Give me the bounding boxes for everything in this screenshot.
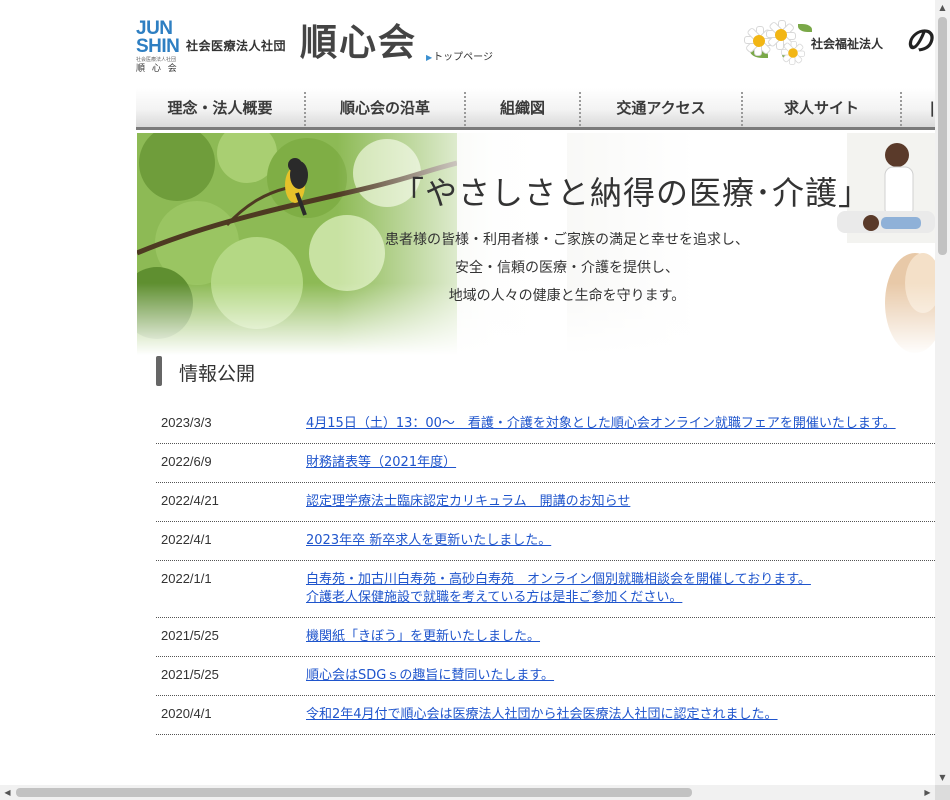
top-page-link-label: トップページ bbox=[433, 52, 493, 63]
nav-item-history[interactable]: 順心会の沿革 bbox=[306, 88, 464, 127]
horizontal-scrollbar[interactable]: ◀ ▶ bbox=[0, 785, 935, 800]
site-header: JUN SHIN 社会医療法人社団 順 心 会 社会医療法人社団 順心会 ▶トッ… bbox=[0, 0, 935, 88]
news-date: 2023/3/3 bbox=[161, 415, 212, 430]
news-link[interactable]: 財務諸表等（2021年度） bbox=[306, 454, 935, 472]
news-row: 2022/4/21 認定理学療法士臨床認定カリキュラム 開講のお知らせ bbox=[156, 483, 935, 522]
daisy-icon bbox=[781, 41, 805, 65]
hero-line: 患者様の皆様・利用者様・ご家族の満足と幸せを追求し、 bbox=[385, 232, 749, 248]
news-link[interactable]: 4月15日（土）13：00～ 看護・介護を対象とした順心会オンライン就職フェアを… bbox=[306, 415, 935, 433]
news-link[interactable]: 順心会はSDGｓの趣旨に賛同いたします。 bbox=[306, 667, 935, 685]
section-title: 情報公開 bbox=[179, 363, 256, 385]
vertical-scrollbar[interactable]: ▲ ▼ bbox=[935, 0, 950, 785]
news-list: 2023/3/3 4月15日（土）13：00～ 看護・介護を対象とした順心会オン… bbox=[156, 405, 935, 735]
top-page-link[interactable]: ▶トップページ bbox=[426, 48, 493, 63]
page: JUN SHIN 社会医療法人社団 順 心 会 社会医療法人社団 順心会 ▶トッ… bbox=[0, 0, 935, 785]
news-row: 2021/5/25 機関紙「きぼう」を更新いたしました。 bbox=[156, 618, 935, 657]
news-row: 2022/6/9 財務諸表等（2021年度） bbox=[156, 444, 935, 483]
logo-text-shin: SHIN bbox=[136, 36, 180, 57]
scroll-up-icon[interactable]: ▲ bbox=[935, 0, 950, 15]
news-row: 2022/1/1 白寿苑・加古川白寿苑・高砂白寿苑 オンライン個別就職相談会を開… bbox=[156, 561, 935, 618]
partner-banner[interactable]: 社会福祉法人 の bbox=[742, 18, 935, 70]
hero-banner: 「やさしさと納得の医療･介護」 患者様の皆様・利用者様・ご家族の満足と幸せを追求… bbox=[137, 133, 935, 363]
nav-item-philosophy[interactable]: 理念・法人概要 bbox=[136, 88, 304, 127]
corp-type: 社会医療法人社団 bbox=[186, 39, 287, 53]
news-date: 2021/5/25 bbox=[161, 628, 219, 643]
nav-item-more[interactable]: | bbox=[902, 88, 935, 127]
nav-item-label: 交通アクセス bbox=[616, 99, 706, 117]
horizontal-scroll-thumb[interactable] bbox=[16, 788, 692, 797]
news-link[interactable]: 2023年卒 新卒求人を更新いたしました。 bbox=[306, 532, 935, 550]
news-link[interactable]: 令和2年4月付で順心会は医療法人社団から社会医療法人社団に認定されました。 bbox=[306, 706, 935, 724]
scroll-right-icon[interactable]: ▶ bbox=[920, 785, 935, 800]
scrollbar-corner bbox=[935, 785, 950, 800]
scroll-down-icon[interactable]: ▼ bbox=[935, 770, 950, 785]
hero-line: 安全・信頼の医療・介護を提供し、 bbox=[455, 260, 679, 276]
nav-item-label: 組織図 bbox=[499, 99, 545, 117]
leaf-icon bbox=[798, 24, 812, 32]
hero-title: 「やさしさと納得の医療･介護」 bbox=[392, 174, 872, 212]
news-link[interactable]: 認定理学療法士臨床認定カリキュラム 開講のお知らせ bbox=[306, 493, 935, 511]
nav-item-organization[interactable]: 組織図 bbox=[466, 88, 579, 127]
news-date: 2022/4/21 bbox=[161, 493, 219, 508]
nav-item-access[interactable]: 交通アクセス bbox=[581, 88, 741, 127]
corp-name[interactable]: 順心会 bbox=[300, 20, 417, 64]
triangle-right-icon: ▶ bbox=[426, 53, 433, 62]
news-row: 2022/4/1 2023年卒 新卒求人を更新いたしました。 bbox=[156, 522, 935, 561]
vertical-scroll-thumb[interactable] bbox=[938, 17, 947, 255]
news-date: 2022/4/1 bbox=[161, 532, 212, 547]
news-date: 2022/6/9 bbox=[161, 454, 212, 469]
news-row: 2023/3/3 4月15日（土）13：00～ 看護・介護を対象とした順心会オン… bbox=[156, 405, 935, 444]
partner-name: の bbox=[905, 24, 934, 57]
news-row: 2020/4/1 令和2年4月付で順心会は医療法人社団から社会医療法人社団に認定… bbox=[156, 696, 935, 735]
hero-line: 地域の人々の健康と生命を守ります。 bbox=[448, 288, 686, 304]
news-link[interactable]: 白寿苑・加古川白寿苑・高砂白寿苑 オンライン個別就職相談会を開催しております。 bbox=[306, 571, 935, 589]
logo-name-text: 順 心 会 bbox=[136, 64, 179, 74]
section-heading: 情報公開 bbox=[156, 356, 556, 386]
global-nav: 理念・法人概要 順心会の沿革 組織図 交通アクセス 求人サイト | bbox=[136, 88, 935, 130]
nav-item-label: 順心会の沿革 bbox=[339, 99, 430, 117]
section-bar bbox=[156, 356, 162, 386]
nav-item-label: 求人サイト bbox=[783, 99, 859, 117]
logo-small-text: 社会医療法人社団 bbox=[136, 57, 177, 63]
news-row: 2021/5/25 順心会はSDGｓの趣旨に賛同いたします。 bbox=[156, 657, 935, 696]
news-link[interactable]: 介護老人保健施設で就職を考えている方は是非ご参加ください。 bbox=[306, 589, 935, 607]
nav-item-recruit[interactable]: 求人サイト bbox=[743, 88, 900, 127]
news-date: 2021/5/25 bbox=[161, 667, 219, 682]
partner-type: 社会福祉法人 bbox=[811, 37, 884, 51]
news-date: 2020/4/1 bbox=[161, 706, 212, 721]
junshin-logo[interactable]: JUN SHIN 社会医療法人社団 順 心 会 bbox=[136, 19, 180, 78]
scroll-left-icon[interactable]: ◀ bbox=[0, 785, 15, 800]
news-link[interactable]: 機関紙「きぼう」を更新いたしました。 bbox=[306, 628, 935, 646]
nav-item-label: 理念・法人概要 bbox=[167, 99, 273, 117]
news-date: 2022/1/1 bbox=[161, 571, 212, 586]
